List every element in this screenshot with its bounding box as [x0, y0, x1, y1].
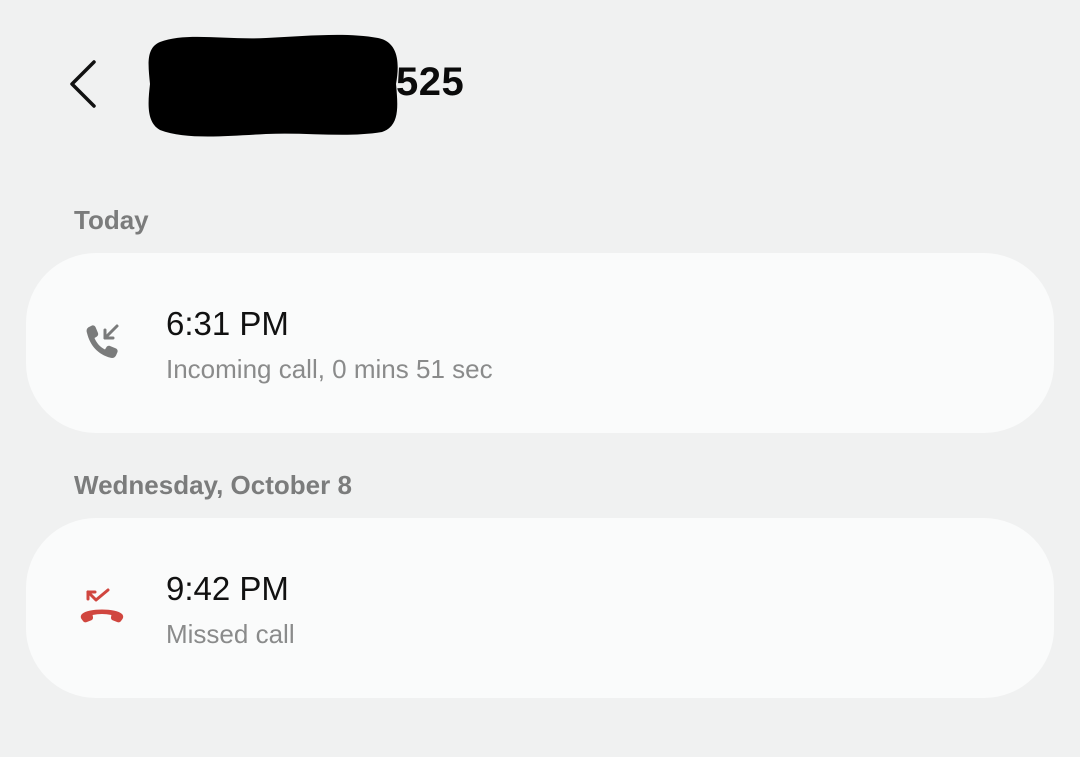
section-label-date: Wednesday, October 8: [74, 470, 352, 500]
missed-call-icon: [80, 588, 124, 623]
redacted-contact-name: [148, 34, 398, 137]
call-log-item-incoming[interactable]: 6:31 PM Incoming call, 0 mins 51 sec: [26, 253, 1054, 433]
call-detail: Missed call: [166, 619, 295, 649]
call-time: 9:42 PM: [166, 570, 289, 607]
back-button[interactable]: [56, 52, 112, 116]
call-log-item-missed[interactable]: 9:42 PM Missed call: [26, 518, 1054, 698]
call-detail: Incoming call, 0 mins 51 sec: [166, 354, 493, 384]
section-label-today: Today: [74, 205, 149, 235]
chevron-left-icon: [70, 60, 96, 108]
call-time: 6:31 PM: [166, 305, 289, 342]
header: 525: [0, 0, 1080, 170]
contact-number-suffix: 525: [396, 60, 465, 104]
incoming-call-icon: [86, 324, 119, 358]
